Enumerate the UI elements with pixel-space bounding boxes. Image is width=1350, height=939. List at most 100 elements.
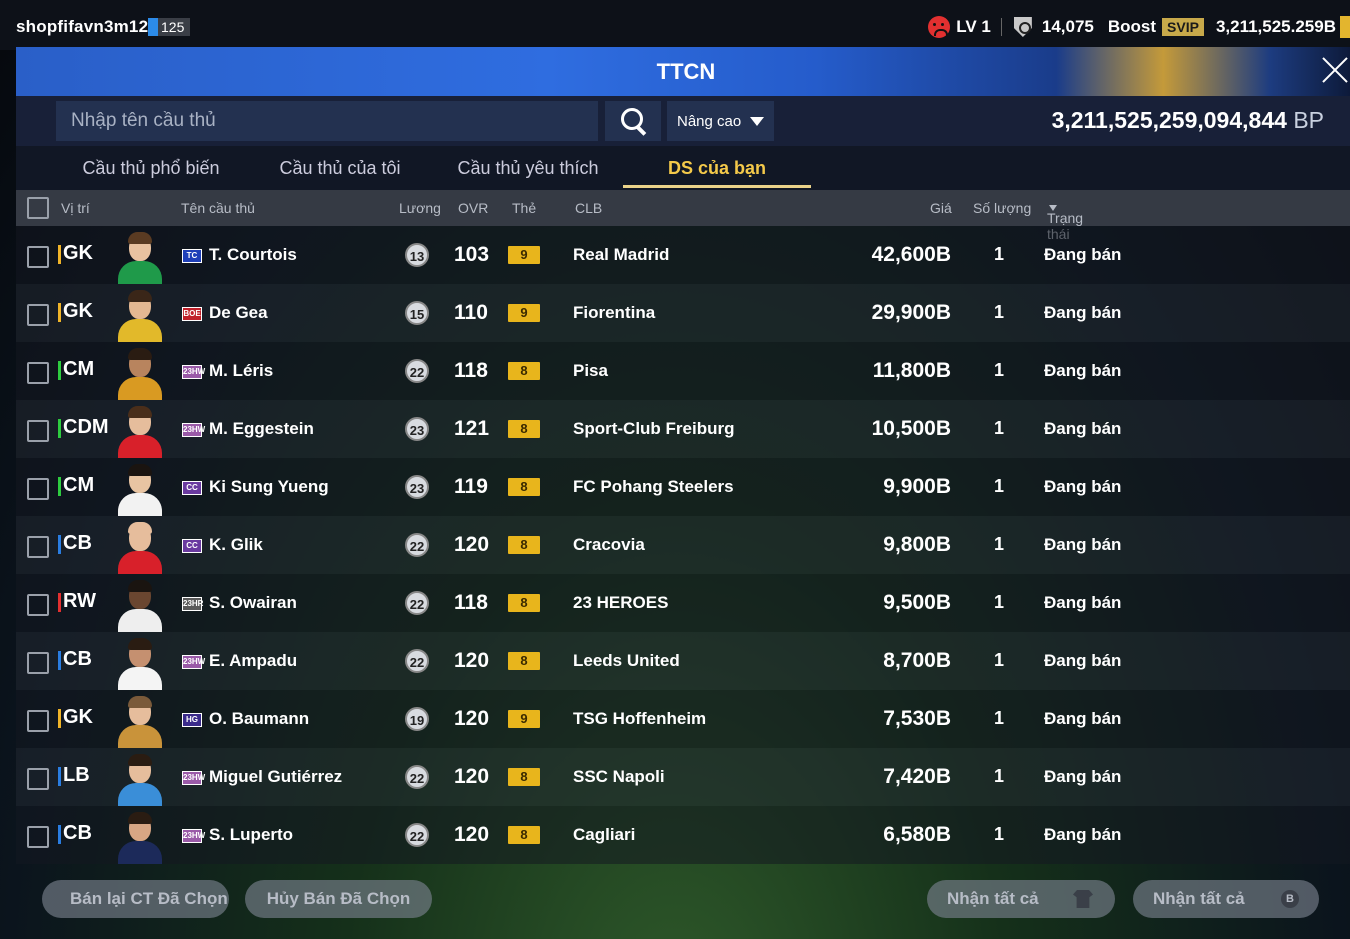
row-checkbox[interactable] (27, 536, 49, 558)
price-value: 9,500B (883, 591, 951, 614)
svip-badge: SVIP (1162, 18, 1204, 36)
close-icon[interactable] (1320, 55, 1350, 85)
position-text: CB (63, 822, 92, 844)
points-value: 14,075 (1041, 17, 1094, 36)
salary-badge: 23 (405, 475, 429, 499)
row-checkbox[interactable] (27, 768, 49, 790)
tab-favorite-players[interactable]: Cầu thủ yêu thích (434, 146, 622, 190)
ovr-value: 120 (454, 533, 490, 556)
salary-badge: 22 (405, 359, 429, 383)
position-label: GK (58, 300, 93, 323)
search-input[interactable] (56, 101, 598, 141)
season-badge-icon: CC (182, 539, 202, 553)
row-checkbox[interactable] (27, 826, 49, 848)
user-badge-value: 125 (161, 19, 185, 35)
table-row[interactable]: CDM 23HW M. Eggestein 23 121 8 Sport-Club Frei… (16, 400, 1350, 458)
salary-badge: 19 (405, 707, 429, 731)
avatar-kit (118, 261, 162, 284)
receive-all-coins-button[interactable]: Nhận tất cả B (1133, 880, 1319, 918)
player-avatar (114, 230, 166, 284)
tab-my-players[interactable]: Cầu thủ của tôi (246, 146, 434, 190)
table-row[interactable]: CM CC Ki Sung Yueng 23 119 8 FC Pohang Steeler… (16, 458, 1350, 516)
position-text: LB (63, 764, 90, 786)
bp-total: 3,211,525,259,094,844 BP (1052, 107, 1324, 134)
club-name: Pisa (573, 361, 608, 380)
salary-badge: 22 (405, 765, 429, 789)
col-name: Tên cầu thủ (181, 200, 255, 216)
price-value: 7,530B (883, 707, 951, 730)
salary-badge: 22 (405, 823, 429, 847)
table-row[interactable]: CM 23HW M. Léris 22 118 8 Pisa 11,800B 1 Đang bán (16, 342, 1350, 400)
salary-badge: 13 (405, 243, 429, 267)
advanced-dropdown[interactable]: Nâng cao (667, 101, 774, 141)
receive-all-items-button[interactable]: Nhận tất cả (927, 880, 1115, 918)
player-name: M. Eggestein (209, 419, 314, 438)
position-text: CDM (63, 416, 109, 438)
row-checkbox[interactable] (27, 652, 49, 674)
advanced-label: Nâng cao (677, 112, 742, 130)
position-label: GK (58, 706, 93, 729)
position-label: CDM (58, 416, 109, 439)
select-all-checkbox[interactable] (27, 197, 49, 219)
status-label: Đang bán (1044, 361, 1122, 380)
badge-flag-icon (148, 18, 158, 36)
position-color-bar (58, 825, 61, 844)
row-checkbox[interactable] (27, 420, 49, 442)
row-checkbox[interactable] (27, 594, 49, 616)
table-row[interactable]: GK BOE De Gea 15 110 9 Fiorentina 29,900B 1 Đang … (16, 284, 1350, 342)
quantity-value: 1 (993, 766, 1004, 786)
salary-badge: 23 (405, 417, 429, 441)
table-row[interactable]: CB CC K. Glik 22 120 8 Cracovia 9,800B 1 Đang bán (16, 516, 1350, 574)
resell-selected-button[interactable]: Bán lại CT Đã Chọn (42, 880, 229, 918)
row-checkbox[interactable] (27, 362, 49, 384)
card-grade-badge: 8 (508, 826, 540, 844)
cancel-selected-button[interactable]: Hủy Bán Đã Chọn (245, 880, 432, 918)
ovr-value: 120 (454, 707, 490, 730)
top-right-stats: LV 1 14,075 Boost SVIP 3,211,525.259B (928, 14, 1350, 40)
player-name: S. Owairan (209, 593, 297, 612)
coin-icon: B (1281, 890, 1299, 908)
table-row[interactable]: GK TC T. Courtois 13 103 9 Real Madrid 42,600B 1… (16, 226, 1350, 284)
tabs-row: Cầu thủ phổ biến Cầu thủ của tôi Cầu thủ… (16, 146, 1350, 190)
position-label: LB (58, 764, 90, 787)
row-checkbox[interactable] (27, 478, 49, 500)
position-color-bar (58, 593, 61, 612)
row-checkbox[interactable] (27, 246, 49, 268)
tab-your-listings[interactable]: DS của bạn (623, 146, 811, 190)
card-grade-badge: 8 (508, 652, 540, 670)
club-name: Leeds United (573, 651, 680, 670)
row-checkbox[interactable] (27, 710, 49, 732)
col-status-sort[interactable]: Trạng thái (1047, 200, 1083, 242)
table-header: Vị trí Tên cầu thủ Lương OVR Thẻ CLB Giá… (16, 190, 1350, 242)
price-value: 9,800B (883, 533, 951, 556)
quantity-value: 1 (993, 708, 1004, 728)
col-price: Giá (930, 200, 952, 216)
club-name: TSG Hoffenheim (573, 709, 707, 728)
season-badge-icon: HG (182, 713, 202, 727)
ovr-value: 121 (454, 417, 490, 440)
table-row[interactable]: RW 23HR S. Owairan 22 118 8 23 HEROES 9,500B 1 Đa… (16, 574, 1350, 632)
position-label: CB (58, 648, 92, 671)
table-row[interactable]: GK HG O. Baumann 19 120 9 TSG Hoffenheim 7,530B… (16, 690, 1350, 748)
player-avatar (114, 694, 166, 748)
price-value: 7,420B (883, 765, 951, 788)
transfer-market-panel: TTCN Nâng cao 3,211,525,259,094,844 BP C… (16, 47, 1350, 939)
table-row[interactable]: CB 23HW E. Ampadu 22 120 8 Leeds United 8,700B 1… (16, 632, 1350, 690)
row-checkbox[interactable] (27, 304, 49, 326)
avatar-kit (118, 841, 162, 864)
player-name: E. Ampadu (209, 651, 298, 670)
status-label: Đang bán (1044, 709, 1122, 728)
club-name: 23 HEROES (573, 593, 669, 612)
table-row[interactable]: LB 23HW Miguel Gutiérrez 22 120 8 SSC Napoli 7,… (16, 748, 1350, 806)
avatar-kit (118, 725, 162, 748)
quantity-value: 1 (993, 418, 1004, 438)
table-row[interactable]: CB 23HW S. Luperto 22 120 8 Cagliari 6,580B 1 Đan… (16, 806, 1350, 864)
search-icon[interactable] (605, 101, 661, 141)
position-color-bar (58, 709, 61, 728)
tab-popular-players[interactable]: Cầu thủ phổ biến (56, 146, 246, 190)
username: shopfifavn3m121 (16, 17, 158, 36)
position-text: RW (63, 590, 96, 612)
user-badge: 125 (148, 18, 191, 36)
position-text: CM (63, 474, 95, 496)
receive-all-label-2: Nhận tất cả (1153, 889, 1245, 908)
